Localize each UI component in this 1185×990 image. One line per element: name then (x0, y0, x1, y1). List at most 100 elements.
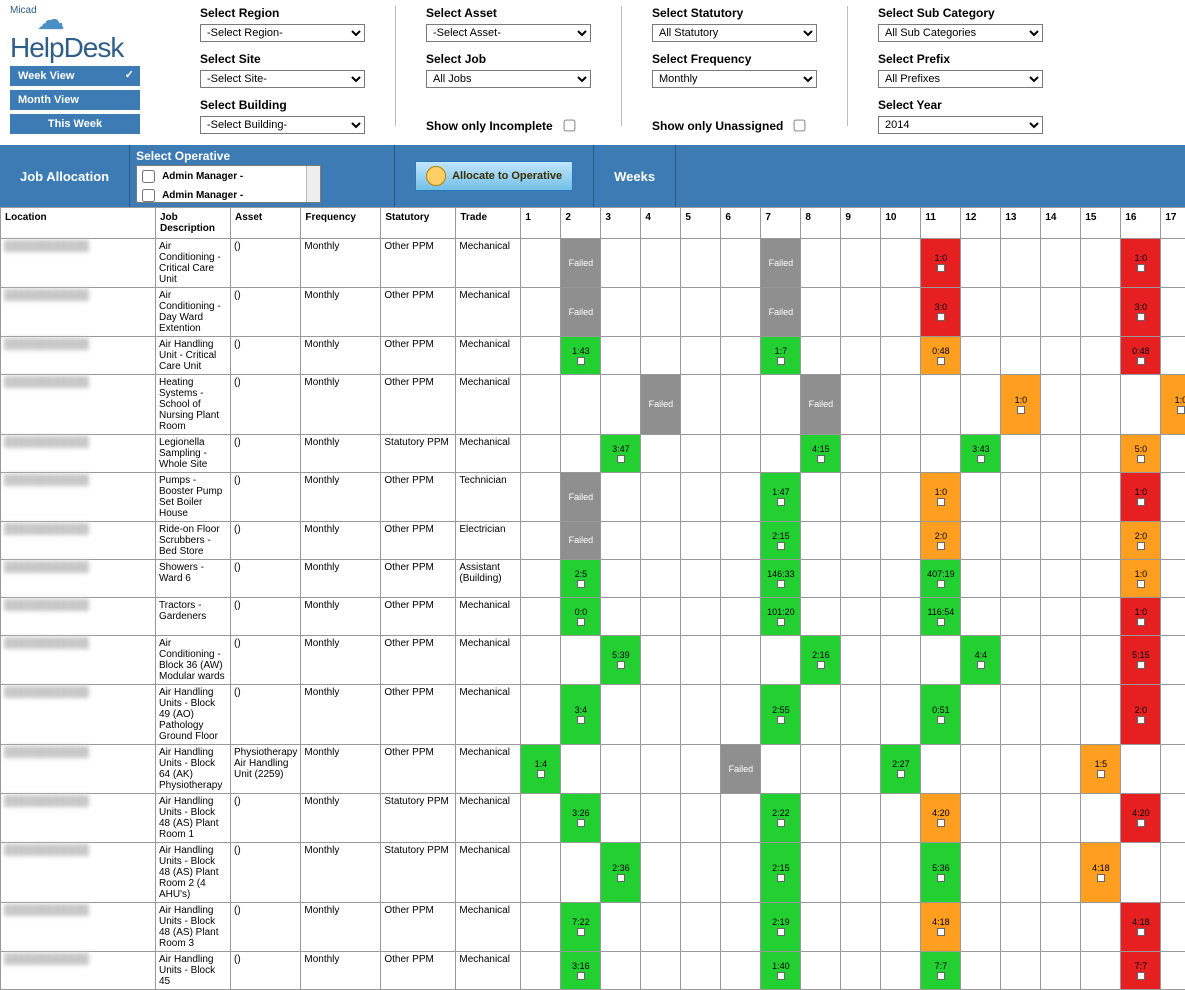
year-select[interactable]: 2014 (878, 116, 1043, 134)
status-orange[interactable]: 1:0 (1161, 375, 1185, 434)
status-checkbox[interactable] (617, 661, 625, 669)
status-checkbox[interactable] (577, 819, 585, 827)
building-select[interactable]: -Select Building- (200, 116, 365, 134)
job-select[interactable]: All Jobs (426, 70, 591, 88)
status-checkbox[interactable] (1137, 455, 1145, 463)
cell-week-13[interactable]: 1:0 (1001, 375, 1041, 435)
frequency-select[interactable]: Monthly (652, 70, 817, 88)
status-green[interactable]: 2:19 (761, 903, 800, 951)
status-checkbox[interactable] (577, 972, 585, 980)
cell-week-16[interactable]: 5:15 (1121, 636, 1161, 685)
status-checkbox[interactable] (777, 498, 785, 506)
status-checkbox[interactable] (577, 716, 585, 724)
cell-week-8[interactable]: 2:16 (801, 636, 841, 685)
status-orange[interactable]: 0:48 (921, 337, 960, 374)
cell-week-7[interactable]: 1:7 (761, 337, 801, 375)
status-checkbox[interactable] (1137, 542, 1145, 550)
status-green[interactable]: 3:4 (561, 685, 600, 744)
status-orange[interactable]: 4:20 (921, 794, 960, 842)
status-green[interactable]: 3:43 (961, 435, 1000, 472)
status-checkbox[interactable] (1097, 874, 1105, 882)
cell-week-11[interactable]: 1:0 (921, 239, 961, 288)
cell-week-7[interactable]: 2:19 (761, 903, 801, 952)
cell-week-11[interactable]: 0:48 (921, 337, 961, 375)
cell-week-2[interactable]: 3:16 (561, 952, 601, 990)
status-gray[interactable]: Failed (721, 745, 760, 793)
month-view-tab[interactable]: Month View (10, 90, 140, 110)
cell-week-11[interactable]: 4:18 (921, 903, 961, 952)
job-allocation-tab[interactable]: Job Allocation (0, 145, 130, 207)
status-checkbox[interactable] (1137, 357, 1145, 365)
cell-week-11[interactable]: 3:0 (921, 288, 961, 337)
status-checkbox[interactable] (777, 819, 785, 827)
status-red[interactable]: 3:0 (1121, 288, 1160, 336)
status-green[interactable]: 116:54 (921, 598, 960, 635)
status-green[interactable]: 5:36 (921, 843, 960, 902)
status-checkbox[interactable] (617, 455, 625, 463)
status-green[interactable]: 4:4 (961, 636, 1000, 684)
cell-week-7[interactable]: 101:20 (761, 598, 801, 636)
weeks-tab[interactable]: Weeks (594, 145, 676, 207)
status-orange[interactable]: 2:0 (921, 522, 960, 559)
cell-week-11[interactable]: 116:54 (921, 598, 961, 636)
cell-week-11[interactable]: 1:0 (921, 473, 961, 522)
status-red[interactable]: 0:48 (1121, 337, 1160, 374)
status-checkbox[interactable] (937, 357, 945, 365)
cell-week-3[interactable]: 5:39 (601, 636, 641, 685)
cell-week-16[interactable]: 1:0 (1121, 598, 1161, 636)
cell-week-16[interactable]: 0:48 (1121, 337, 1161, 375)
cell-week-8[interactable]: 4:15 (801, 435, 841, 473)
status-green[interactable]: 2:15 (761, 843, 800, 902)
prefix-select[interactable]: All Prefixes (878, 70, 1043, 88)
operative-checkbox[interactable] (142, 170, 155, 183)
status-checkbox[interactable] (1137, 580, 1145, 588)
cell-week-2[interactable]: 2:5 (561, 560, 601, 598)
status-checkbox[interactable] (777, 716, 785, 724)
status-orange[interactable]: 4:18 (1081, 843, 1120, 902)
status-checkbox[interactable] (937, 928, 945, 936)
asset-select[interactable]: -Select Asset- (426, 24, 591, 42)
status-gray[interactable]: Failed (761, 239, 800, 287)
status-checkbox[interactable] (1137, 928, 1145, 936)
status-checkbox[interactable] (777, 618, 785, 626)
cell-week-7[interactable]: 1:47 (761, 473, 801, 522)
status-checkbox[interactable] (617, 874, 625, 882)
cell-week-8[interactable]: Failed (801, 375, 841, 435)
status-checkbox[interactable] (937, 819, 945, 827)
cell-week-2[interactable]: Failed (561, 522, 601, 560)
cell-week-7[interactable]: Failed (761, 288, 801, 337)
status-green[interactable]: 5:39 (601, 636, 640, 684)
status-orange[interactable]: 1:0 (1001, 375, 1040, 434)
status-green[interactable]: 2:15 (761, 522, 800, 559)
subcat-select[interactable]: All Sub Categories (878, 24, 1043, 42)
status-checkbox[interactable] (897, 770, 905, 778)
cell-week-2[interactable]: 1:43 (561, 337, 601, 375)
cell-week-16[interactable]: 2:0 (1121, 522, 1161, 560)
cell-week-11[interactable]: 5:36 (921, 843, 961, 903)
status-checkbox[interactable] (937, 313, 945, 321)
status-checkbox[interactable] (1137, 661, 1145, 669)
status-red[interactable]: 1:0 (1121, 598, 1160, 635)
status-checkbox[interactable] (1137, 972, 1145, 980)
site-select[interactable]: -Select Site- (200, 70, 365, 88)
status-orange[interactable]: 1:5 (1081, 745, 1120, 793)
status-green[interactable]: 1:43 (561, 337, 600, 374)
status-green[interactable]: 2:36 (601, 843, 640, 902)
status-checkbox[interactable] (937, 972, 945, 980)
status-gray[interactable]: Failed (561, 239, 600, 287)
status-checkbox[interactable] (1137, 498, 1145, 506)
status-checkbox[interactable] (577, 928, 585, 936)
status-green[interactable]: 2:16 (801, 636, 840, 684)
status-orange[interactable]: 4:18 (921, 903, 960, 951)
status-red[interactable]: 5:15 (1121, 636, 1160, 684)
status-orange[interactable]: 5:0 (1121, 435, 1160, 472)
status-green[interactable]: 3:47 (601, 435, 640, 472)
statutory-select[interactable]: All Statutory (652, 24, 817, 42)
cell-week-3[interactable]: 2:36 (601, 843, 641, 903)
status-checkbox[interactable] (977, 455, 985, 463)
status-green[interactable]: 1:47 (761, 473, 800, 521)
status-orange[interactable]: 1:0 (921, 473, 960, 521)
status-green[interactable]: 0:0 (561, 598, 600, 635)
status-green[interactable]: 7:7 (921, 952, 960, 989)
region-select[interactable]: -Select Region- (200, 24, 365, 42)
